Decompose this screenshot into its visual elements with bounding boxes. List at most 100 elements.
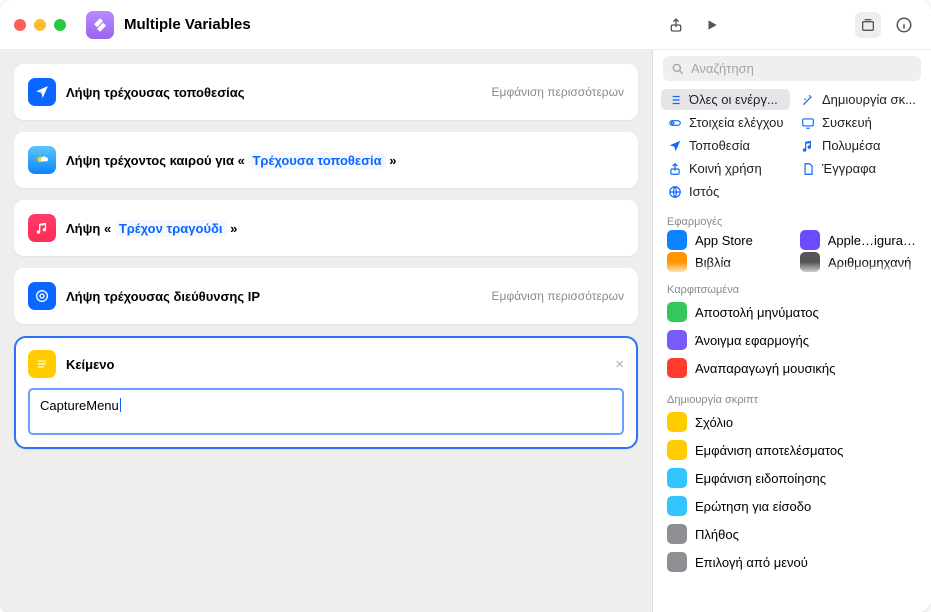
action-get-ip[interactable]: Λήψη τρέχουσας διεύθυνσης IP Εμφάνιση πε… bbox=[14, 268, 638, 324]
text-icon bbox=[28, 350, 56, 378]
action-label: Αποστολή μηνύματος bbox=[695, 305, 819, 320]
library-toggle-button[interactable] bbox=[855, 12, 881, 38]
category-item[interactable]: Όλες οι ενέργ... bbox=[661, 89, 790, 110]
script-action[interactable]: Επιλογή από μενού bbox=[661, 548, 923, 576]
action-get-weather[interactable]: Λήψη τρέχοντος καιρού για « Τρέχουσα τοπ… bbox=[14, 132, 638, 188]
action-label: Εμφάνιση ειδοποίησης bbox=[695, 471, 826, 486]
globe-icon bbox=[667, 185, 683, 199]
prefix-text: Λήψη τρέχοντος καιρού για « bbox=[66, 153, 248, 168]
text-input[interactable]: CaptureMenu bbox=[28, 388, 624, 435]
action-title: Λήψη τρέχουσας τοποθεσίας bbox=[66, 85, 244, 100]
section-script-label: Δημιουργία σκριπτ bbox=[653, 386, 931, 408]
action-get-current-song[interactable]: Λήψη « Τρέχον τραγούδι » bbox=[14, 200, 638, 256]
action-icon bbox=[667, 524, 687, 544]
action-icon bbox=[667, 412, 687, 432]
action-label: Ερώτηση για είσοδο bbox=[695, 499, 811, 514]
action-icon bbox=[667, 440, 687, 460]
script-action[interactable]: Ερώτηση για είσοδο bbox=[661, 492, 923, 520]
nav-icon bbox=[667, 139, 683, 153]
action-label: Επιλογή από μενού bbox=[695, 555, 808, 570]
window-title: Multiple Variables bbox=[124, 16, 653, 33]
action-label: Άνοιγμα εφαρμογής bbox=[695, 333, 809, 348]
category-label: Συσκευή bbox=[822, 115, 872, 130]
category-label: Πολυμέσα bbox=[822, 138, 881, 153]
category-item[interactable]: Τοποθεσία bbox=[661, 135, 790, 156]
action-icon bbox=[667, 552, 687, 572]
app-item[interactable]: Αριθμομηχανή bbox=[794, 252, 923, 272]
shortcut-app-icon bbox=[86, 11, 114, 39]
action-label: Αριθμομηχανή bbox=[828, 255, 911, 270]
suffix-text: » bbox=[227, 221, 238, 236]
run-button[interactable] bbox=[699, 12, 725, 38]
note-icon bbox=[800, 139, 816, 153]
category-label: Τοποθεσία bbox=[689, 138, 750, 153]
show-more-link[interactable]: Εμφάνιση περισσότερων bbox=[492, 85, 624, 99]
app-item[interactable]: App Store bbox=[661, 230, 790, 250]
doc-icon bbox=[800, 162, 816, 176]
script-action[interactable]: Εμφάνιση αποτελέσματος bbox=[661, 436, 923, 464]
app-item[interactable]: Apple…igurator bbox=[794, 230, 923, 250]
music-icon bbox=[28, 214, 56, 242]
weather-icon bbox=[28, 146, 56, 174]
window-close-button[interactable] bbox=[14, 19, 26, 31]
action-icon bbox=[800, 230, 820, 250]
pinned-action[interactable]: Αποστολή μηνύματος bbox=[661, 298, 923, 326]
network-icon bbox=[28, 282, 56, 310]
close-icon[interactable]: × bbox=[615, 356, 624, 373]
action-icon bbox=[667, 496, 687, 516]
library-search[interactable] bbox=[663, 56, 921, 81]
category-item[interactable]: Δημιουργία σκ... bbox=[794, 89, 923, 110]
category-label: Στοιχεία ελέγχου bbox=[689, 115, 784, 130]
section-apps-label: Εφαρμογές bbox=[653, 208, 931, 230]
app-item[interactable]: Βιβλία bbox=[661, 252, 790, 272]
action-icon bbox=[667, 230, 687, 250]
category-item[interactable]: Κοινή χρήση bbox=[661, 158, 790, 179]
share-button[interactable] bbox=[663, 12, 689, 38]
script-action[interactable]: Εμφάνιση ειδοποίησης bbox=[661, 464, 923, 492]
action-label: Αναπαραγωγή μουσικής bbox=[695, 361, 835, 376]
action-title: Κείμενο bbox=[66, 357, 114, 372]
category-label: Ιστός bbox=[689, 184, 719, 199]
category-item[interactable]: Πολυμέσα bbox=[794, 135, 923, 156]
action-label: Εμφάνιση αποτελέσματος bbox=[695, 443, 843, 458]
action-label: Apple…igurator bbox=[828, 233, 917, 248]
category-label: Όλες οι ενέργ... bbox=[689, 92, 778, 107]
wand-icon bbox=[800, 93, 816, 107]
text-value: CaptureMenu bbox=[40, 398, 119, 413]
category-label: Κοινή χρήση bbox=[689, 161, 762, 176]
action-label: Σχόλιο bbox=[695, 415, 733, 430]
action-icon bbox=[667, 468, 687, 488]
action-text-selected[interactable]: Κείμενο × CaptureMenu bbox=[14, 336, 638, 449]
category-label: Δημιουργία σκ... bbox=[822, 92, 916, 107]
action-title: Λήψη τρέχοντος καιρού για « Τρέχουσα τοπ… bbox=[66, 153, 396, 168]
action-get-current-location[interactable]: Λήψη τρέχουσας τοποθεσίας Εμφάνιση περισ… bbox=[14, 64, 638, 120]
share-icon bbox=[667, 162, 683, 176]
window-minimize-button[interactable] bbox=[34, 19, 46, 31]
action-icon bbox=[667, 252, 687, 272]
window-zoom-button[interactable] bbox=[54, 19, 66, 31]
action-title: Λήψη τρέχουσας διεύθυνσης IP bbox=[66, 289, 260, 304]
show-more-link[interactable]: Εμφάνιση περισσότερων bbox=[492, 289, 624, 303]
action-icon bbox=[667, 330, 687, 350]
script-action[interactable]: Σχόλιο bbox=[661, 408, 923, 436]
list-icon bbox=[667, 93, 683, 107]
category-item[interactable]: Στοιχεία ελέγχου bbox=[661, 112, 790, 133]
category-item[interactable]: Έγγραφα bbox=[794, 158, 923, 179]
prefix-text: Λήψη « bbox=[66, 221, 115, 236]
info-button[interactable] bbox=[891, 12, 917, 38]
editor-canvas[interactable]: Λήψη τρέχουσας τοποθεσίας Εμφάνιση περισ… bbox=[0, 50, 653, 612]
section-pinned-label: Καρφιτσωμένα bbox=[653, 276, 931, 298]
variable-token[interactable]: Τρέχον τραγούδι bbox=[115, 220, 227, 237]
nav-icon bbox=[28, 78, 56, 106]
action-icon bbox=[667, 358, 687, 378]
action-label: Βιβλία bbox=[695, 255, 731, 270]
category-item[interactable]: Συσκευή bbox=[794, 112, 923, 133]
search-icon bbox=[671, 62, 685, 76]
pinned-action[interactable]: Άνοιγμα εφαρμογής bbox=[661, 326, 923, 354]
search-input[interactable] bbox=[691, 61, 913, 76]
category-item[interactable]: Ιστός bbox=[661, 181, 790, 202]
script-action[interactable]: Πλήθος bbox=[661, 520, 923, 548]
pinned-action[interactable]: Αναπαραγωγή μουσικής bbox=[661, 354, 923, 382]
display-icon bbox=[800, 116, 816, 130]
variable-token[interactable]: Τρέχουσα τοποθεσία bbox=[248, 152, 385, 169]
